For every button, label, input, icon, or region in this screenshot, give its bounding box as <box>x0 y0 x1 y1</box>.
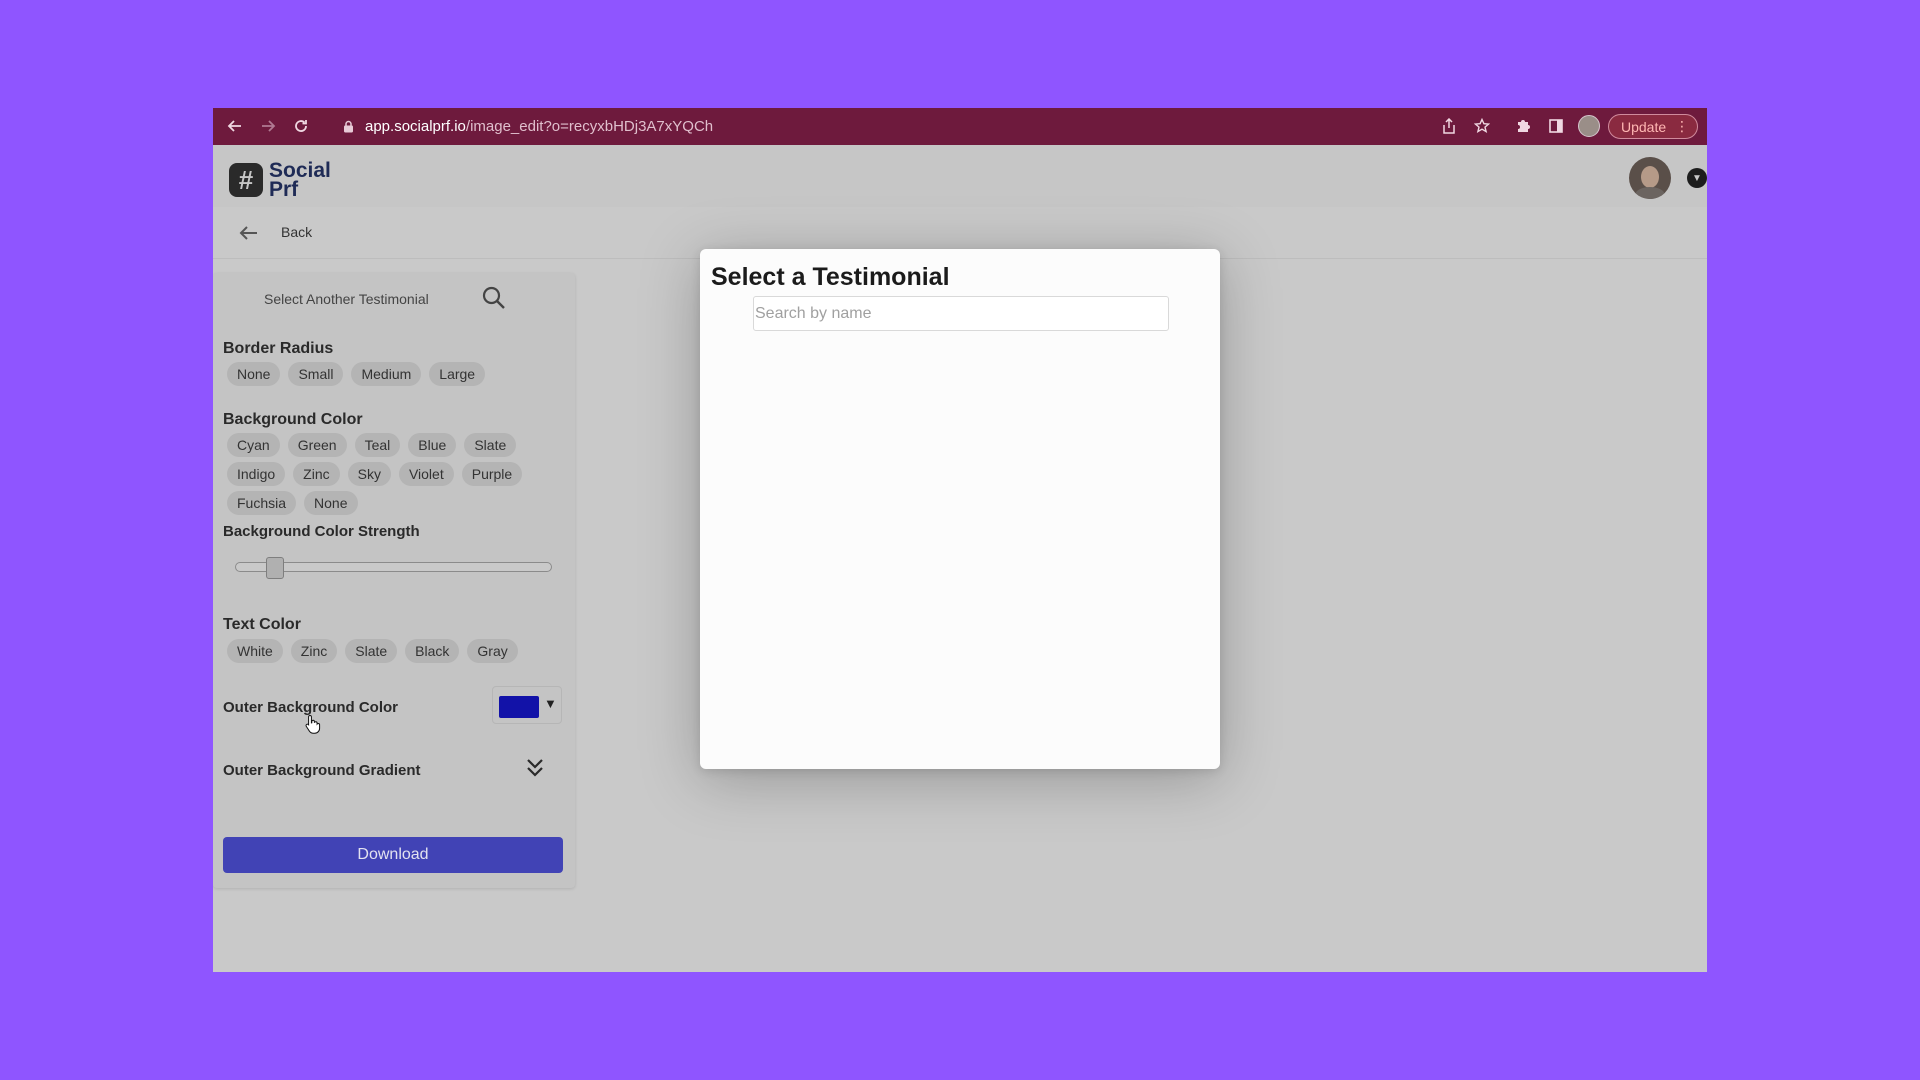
profile-icon[interactable] <box>1578 115 1600 137</box>
search-by-name-input[interactable] <box>753 296 1169 331</box>
url-path: /image_edit?o=recyxbHDj3A7xYQCh <box>465 118 714 135</box>
border-radius-option[interactable]: None <box>227 362 281 386</box>
background-color-option[interactable]: Blue <box>408 433 457 457</box>
background-color-options-row-3: Fuchsia None <box>227 491 358 515</box>
back-arrow-icon[interactable] <box>237 222 259 244</box>
background-color-option[interactable]: Green <box>287 433 347 457</box>
sidebar-icon[interactable] <box>1546 116 1566 136</box>
update-label: Update <box>1621 118 1667 135</box>
border-radius-option[interactable]: Small <box>288 362 344 386</box>
text-color-options: White Zinc Slate Black Gray <box>227 639 518 663</box>
text-color-title: Text Color <box>223 616 301 633</box>
url-domain: app.socialprf.io <box>365 118 466 135</box>
settings-panel: Select Another Testimonial Border Radius… <box>213 273 575 888</box>
download-button[interactable]: Download <box>223 837 563 873</box>
background-color-option[interactable]: Purple <box>461 462 523 486</box>
caret-down-icon: ▼ <box>544 696 557 711</box>
logo-text: Social Prf <box>269 160 331 201</box>
browser-window: app.socialprf.io/image_edit?o=recyxbHDj3… <box>213 108 1707 972</box>
logo-line-2: Prf <box>269 178 299 201</box>
reload-icon[interactable] <box>289 114 313 138</box>
select-another-testimonial-link[interactable]: Select Another Testimonial <box>264 291 429 307</box>
text-color-option[interactable]: Zinc <box>290 639 338 663</box>
background-strength-slider[interactable] <box>235 557 552 579</box>
text-color-option[interactable]: White <box>227 639 283 663</box>
border-radius-options: None Small Medium Large <box>227 362 486 386</box>
avatar-face <box>1641 166 1659 188</box>
select-testimonial-modal: Select a Testimonial <box>700 249 1220 769</box>
background-color-option[interactable]: Cyan <box>227 433 280 457</box>
url-text: app.socialprf.io/image_edit?o=recyxbHDj3… <box>365 118 713 135</box>
background-color-option[interactable]: Indigo <box>227 462 286 486</box>
background-color-option[interactable]: Violet <box>398 462 454 486</box>
outer-background-color-picker[interactable]: ▼ <box>492 686 562 724</box>
text-color-option[interactable]: Slate <box>345 639 398 663</box>
text-color-option[interactable]: Gray <box>467 639 518 663</box>
background-color-option[interactable]: Fuchsia <box>227 491 297 515</box>
share-icon[interactable] <box>1439 116 1459 136</box>
search-icon[interactable] <box>481 285 507 311</box>
update-button[interactable]: Update ⋮ <box>1608 114 1698 139</box>
browser-toolbar: app.socialprf.io/image_edit?o=recyxbHDj3… <box>213 108 1707 145</box>
background-color-option[interactable]: None <box>304 491 358 515</box>
background-color-option[interactable]: Slate <box>464 433 517 457</box>
avatar-body <box>1635 187 1665 199</box>
slider-handle[interactable] <box>266 557 284 579</box>
back-arrow-icon[interactable] <box>223 114 247 138</box>
text-color-option[interactable]: Black <box>405 639 460 663</box>
background-color-option[interactable]: Teal <box>354 433 401 457</box>
background-color-option[interactable]: Sky <box>347 462 391 486</box>
background-color-options-row-1: Cyan Green Teal Blue Slate <box>227 433 517 457</box>
color-swatch <box>499 696 539 718</box>
address-bar[interactable]: app.socialprf.io/image_edit?o=recyxbHDj3… <box>333 112 1623 141</box>
border-radius-title: Border Radius <box>223 340 334 357</box>
app-page: # Social Prf ▼ Back Select Another Testi… <box>213 145 1707 972</box>
border-radius-option[interactable]: Large <box>429 362 486 386</box>
outer-background-gradient-title: Outer Background Gradient <box>223 762 421 779</box>
forward-arrow-icon[interactable] <box>256 114 280 138</box>
background-color-options-row-2: Indigo Zinc Sky Violet Purple <box>227 462 523 486</box>
background-color-option[interactable]: Zinc <box>293 462 340 486</box>
modal-title: Select a Testimonial <box>711 263 950 291</box>
background-color-title: Background Color <box>223 411 363 428</box>
puzzle-icon[interactable] <box>1513 116 1533 136</box>
hand-cursor-icon <box>305 714 321 734</box>
logo-hash-icon: # <box>229 163 263 197</box>
app-header: # Social Prf ▼ <box>213 145 1707 207</box>
avatar[interactable] <box>1629 157 1671 199</box>
lock-icon <box>341 120 355 134</box>
logo[interactable]: # Social Prf <box>229 160 331 201</box>
background-strength-title: Background Color Strength <box>223 523 420 540</box>
double-chevron-down-icon[interactable] <box>523 755 547 781</box>
back-link[interactable]: Back <box>281 224 312 240</box>
chevron-down-icon[interactable]: ▼ <box>1687 168 1707 188</box>
border-radius-option[interactable]: Medium <box>351 362 422 386</box>
kebab-menu-icon[interactable]: ⋮ <box>1675 118 1689 135</box>
star-icon[interactable] <box>1472 116 1492 136</box>
